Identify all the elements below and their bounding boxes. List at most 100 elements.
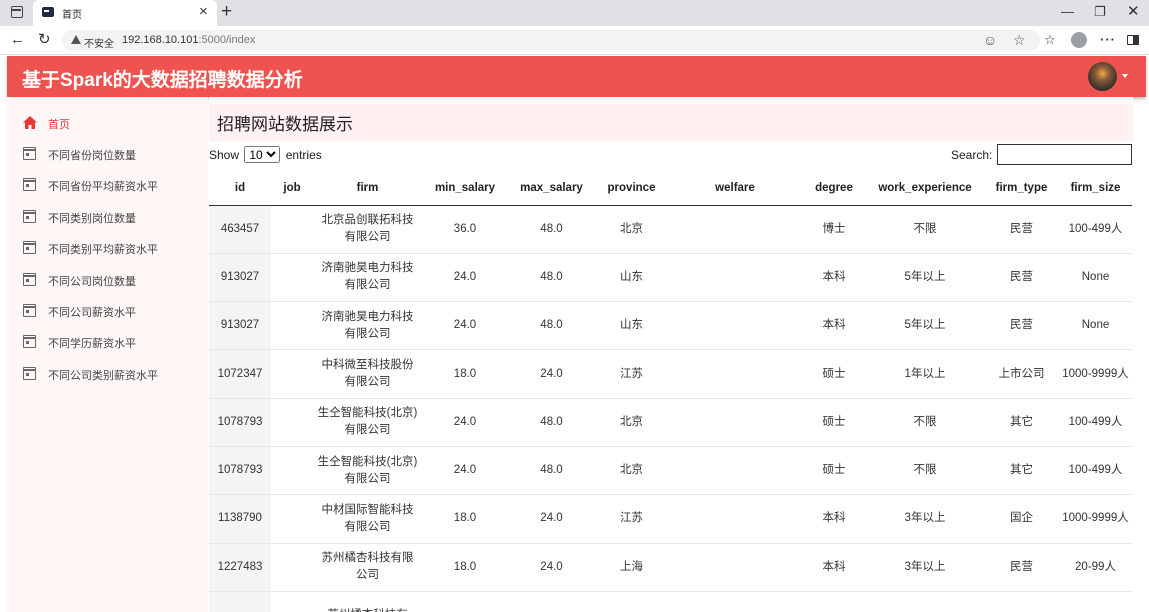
column-header[interactable]: welfare xyxy=(668,171,802,206)
search-input[interactable] xyxy=(997,144,1132,165)
reload-icon[interactable]: ↻ xyxy=(38,31,51,49)
user-avatar[interactable] xyxy=(1088,62,1117,91)
url-host: 192.168.10.101 xyxy=(122,34,199,46)
home-icon xyxy=(23,116,37,129)
table-header-row: id job firm min_salary max_salary provin… xyxy=(209,171,1132,206)
sidebar-item-degree-salary[interactable]: 不同学历薪资水平 xyxy=(22,332,203,352)
table-row: 1138790 中材国际智能科技有限公司 18.0 24.0 江苏 本科 3年以上 国企 100… xyxy=(209,494,1132,544)
cell-work-experience: 3年以上 xyxy=(866,494,984,544)
calendar-icon xyxy=(22,367,36,380)
reader-mode-icon[interactable]: ☺ xyxy=(983,31,997,49)
favorites-icon[interactable]: ☆ xyxy=(1044,32,1056,48)
cell-degree: 本科 xyxy=(802,252,866,302)
cell-min-salary: 18.0 xyxy=(422,542,508,592)
column-header[interactable]: firm_size xyxy=(1059,171,1132,206)
cell-job xyxy=(271,445,313,495)
column-header[interactable]: province xyxy=(595,171,668,206)
profile-icon[interactable] xyxy=(1071,32,1087,48)
cell-firm-size: 20-99人 xyxy=(1059,542,1132,592)
maximize-icon[interactable]: ❐ xyxy=(1094,3,1106,21)
cell-firm-type: 上市公司 xyxy=(984,349,1059,399)
cell-firm-type: 民营 xyxy=(984,252,1059,302)
sidebar-item-company-salary[interactable]: 不同公司薪资水平 xyxy=(22,301,203,321)
more-menu-icon[interactable]: ··· xyxy=(1100,32,1116,48)
cell-welfare xyxy=(668,205,802,253)
cell-welfare xyxy=(668,542,802,592)
close-window-icon[interactable]: ✕ xyxy=(1127,3,1140,21)
table-row: 1078793 生仝智能科技(北京)有限公司 24.0 48.0 北京 硕士 不限 其它 100… xyxy=(209,397,1132,447)
sidebar-item-company-type-salary[interactable]: 不同公司类别薪资水平 xyxy=(22,364,203,384)
cell-welfare xyxy=(668,590,802,612)
column-header[interactable]: firm xyxy=(313,171,422,206)
tab-actions-icon[interactable] xyxy=(11,6,23,18)
back-arrow-icon[interactable]: ← xyxy=(10,31,25,49)
cell-min-salary: 24.0 xyxy=(422,397,508,447)
sidebar-item-category-avg-salary[interactable]: 不同类别平均薪资水平 xyxy=(22,238,203,258)
cell-degree xyxy=(802,590,866,612)
sidebar-item-label: 不同公司岗位数量 xyxy=(48,276,136,288)
cell-work-experience xyxy=(866,590,984,612)
cell-firm-size: 100-499人 xyxy=(1059,445,1132,495)
cell-job xyxy=(271,397,313,447)
cell-degree: 本科 xyxy=(802,301,866,350)
cell-firm: 苏州橘杏科技有 xyxy=(313,590,422,612)
cell-id: 1138790 xyxy=(209,494,271,544)
column-header[interactable]: id xyxy=(209,171,271,206)
page-length-control: Show 10 entries xyxy=(209,146,322,163)
cell-firm-type xyxy=(984,590,1059,612)
warning-icon xyxy=(71,35,81,44)
minimize-icon[interactable]: — xyxy=(1061,3,1074,21)
cell-work-experience: 5年以上 xyxy=(866,301,984,350)
cell-firm: 生仝智能科技(北京)有限公司 xyxy=(313,397,422,447)
cell-degree: 硕士 xyxy=(802,397,866,447)
cell-work-experience: 不限 xyxy=(866,397,984,447)
column-header[interactable]: job xyxy=(271,171,313,206)
calendar-icon xyxy=(22,273,36,286)
terminal-favicon-icon xyxy=(42,7,54,17)
cell-job xyxy=(271,590,313,612)
cell-province xyxy=(595,590,668,612)
cell-id: 913027 xyxy=(209,301,271,350)
address-bar[interactable]: 不安全 192.168.10.101:5000/index ☺ ☆ xyxy=(62,30,1040,51)
sidebar-item-label: 不同省份平均薪资水平 xyxy=(48,181,158,193)
cell-firm: 济南驰昊电力科技有限公司 xyxy=(313,301,422,350)
column-header[interactable]: firm_type xyxy=(984,171,1059,206)
column-header[interactable]: min_salary xyxy=(422,171,508,206)
cell-max-salary: 24.0 xyxy=(508,494,595,544)
sidebar-item-home[interactable]: 首页 xyxy=(23,113,203,133)
browser-tab[interactable]: 首页 × xyxy=(33,0,217,26)
cell-firm-type: 其它 xyxy=(984,397,1059,447)
cell-id xyxy=(209,590,271,612)
cell-max-salary xyxy=(508,590,595,612)
cell-firm-type: 其它 xyxy=(984,445,1059,495)
cell-job xyxy=(271,301,313,350)
sidebar-item-category-job-count[interactable]: 不同类别岗位数量 xyxy=(22,207,203,227)
sidebar-item-province-avg-salary[interactable]: 不同省份平均薪资水平 xyxy=(22,175,203,195)
sidebar-item-label: 不同类别岗位数量 xyxy=(48,213,136,225)
tab-close-icon[interactable]: × xyxy=(199,3,208,21)
column-header[interactable]: degree xyxy=(802,171,866,206)
cell-welfare xyxy=(668,349,802,399)
column-header[interactable]: max_salary xyxy=(508,171,595,206)
sidebar-item-company-job-count[interactable]: 不同公司岗位数量 xyxy=(22,270,203,290)
favorite-star-icon[interactable]: ☆ xyxy=(1013,31,1026,49)
cell-id: 913027 xyxy=(209,252,271,302)
sidebar-item-label: 不同类别平均薪资水平 xyxy=(48,244,158,256)
sidebar: 首页 不同省份岗位数量 不同省份平均薪资水平 不同类别岗位数量 不同类别平均薪资… xyxy=(7,97,208,612)
page-length-select[interactable]: 10 xyxy=(244,146,281,163)
sidebar-item-label: 不同省份岗位数量 xyxy=(48,150,136,162)
cell-firm-size xyxy=(1059,590,1132,612)
cell-work-experience: 不限 xyxy=(866,445,984,495)
sidebar-item-province-job-count[interactable]: 不同省份岗位数量 xyxy=(22,144,203,164)
cell-min-salary: 24.0 xyxy=(422,252,508,302)
cell-province: 江苏 xyxy=(595,349,668,399)
calendar-icon xyxy=(22,147,36,160)
new-tab-icon[interactable]: + xyxy=(221,1,232,23)
url-text: 192.168.10.101:5000/index xyxy=(122,34,255,46)
calendar-icon xyxy=(22,241,36,254)
caret-down-icon[interactable] xyxy=(1122,74,1128,78)
sidebar-toggle-icon[interactable] xyxy=(1127,35,1139,45)
column-header[interactable]: work_experience xyxy=(866,171,984,206)
cell-min-salary: 36.0 xyxy=(453,222,477,235)
cell-province: 江苏 xyxy=(595,494,668,544)
